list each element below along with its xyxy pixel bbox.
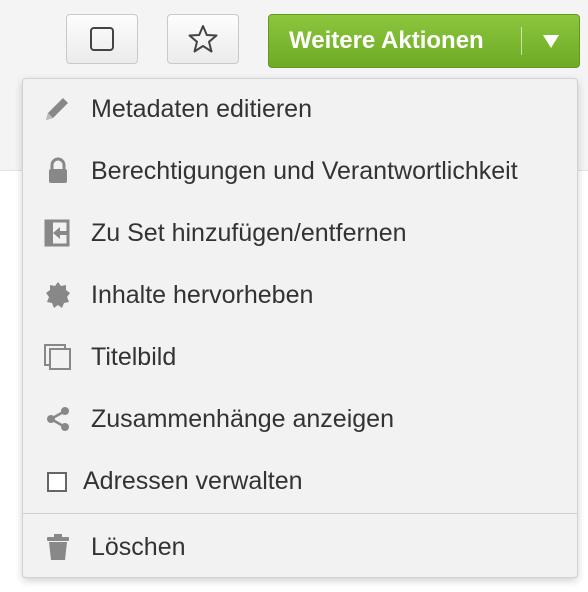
checkbox-icon	[43, 467, 73, 495]
dropdown-toggle[interactable]	[522, 33, 579, 49]
pencil-icon	[43, 95, 73, 123]
more-actions-label: Weitere Aktionen	[289, 27, 484, 54]
menu-item-manage-addresses[interactable]: Adressen verwalten	[23, 459, 577, 503]
star-outline-icon	[188, 25, 218, 53]
menu-item-highlight[interactable]: Inhalte hervorheben	[23, 273, 577, 317]
menu-item-label: Inhalte hervorheben	[91, 280, 314, 309]
cover-image-icon	[43, 343, 73, 371]
menu-item-permissions[interactable]: Berechtigungen und Verantwortlichkeit	[23, 149, 577, 193]
menu-divider	[23, 513, 577, 514]
trash-icon	[43, 533, 73, 561]
menu-item-label: Metadaten editieren	[91, 94, 312, 123]
actions-dropdown-menu: Metadaten editieren Berechtigungen und V…	[22, 78, 578, 578]
menu-item-label: Zusammenhänge anzeigen	[91, 404, 394, 433]
select-button[interactable]	[66, 14, 138, 64]
favorite-button[interactable]	[167, 14, 239, 64]
badge-icon	[43, 281, 73, 309]
more-actions-button[interactable]: Weitere Aktionen	[268, 14, 580, 68]
menu-item-add-to-set[interactable]: Zu Set hinzufügen/entfernen	[23, 211, 577, 255]
set-add-remove-icon	[43, 219, 73, 247]
checkbox-icon	[90, 27, 114, 51]
menu-item-edit-metadata[interactable]: Metadaten editieren	[23, 87, 577, 131]
lock-icon	[43, 157, 73, 185]
menu-item-delete[interactable]: Löschen	[23, 525, 577, 569]
menu-item-label: Zu Set hinzufügen/entfernen	[91, 218, 407, 247]
share-icon	[43, 405, 73, 433]
menu-item-cover-image[interactable]: Titelbild	[23, 335, 577, 379]
menu-item-relations[interactable]: Zusammenhänge anzeigen	[23, 397, 577, 441]
menu-item-label: Berechtigungen und Verantwortlichkeit	[91, 156, 518, 185]
menu-item-label: Titelbild	[91, 342, 177, 371]
menu-item-label: Adressen verwalten	[83, 466, 303, 495]
menu-item-label: Löschen	[91, 532, 186, 561]
triangle-down-icon	[542, 35, 559, 48]
